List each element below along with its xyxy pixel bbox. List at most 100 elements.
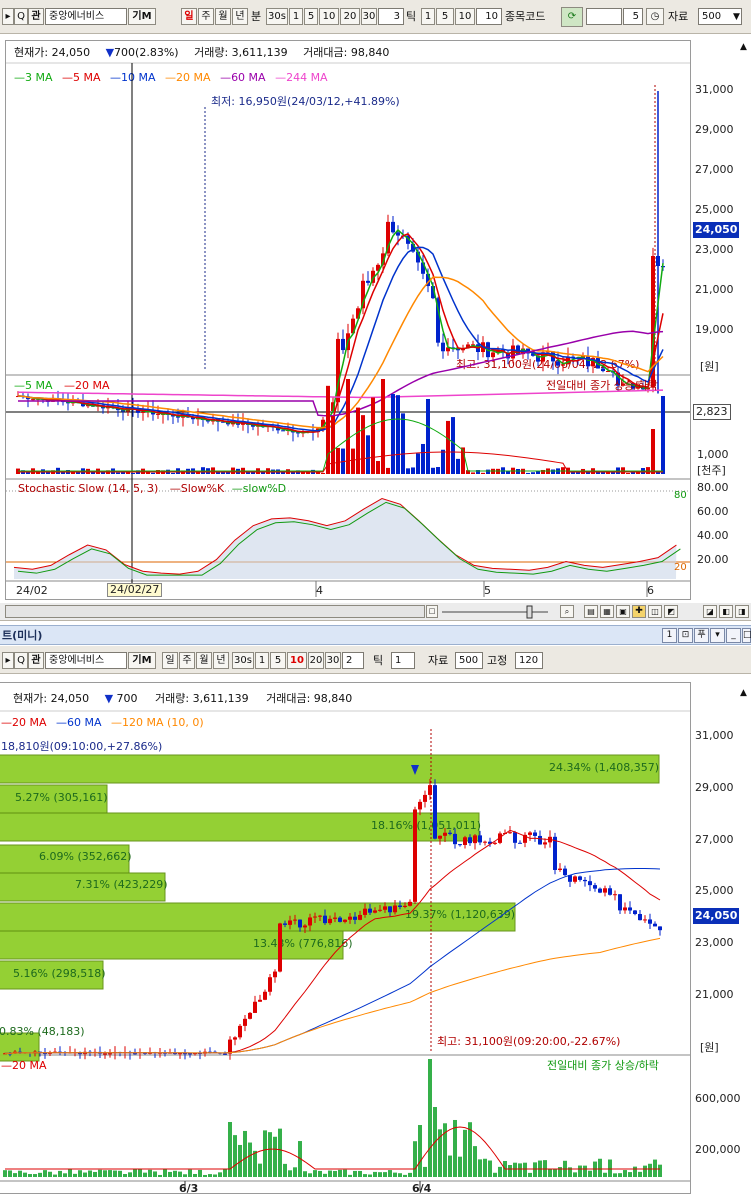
mini-period-10-button[interactable]: 10 <box>287 652 307 669</box>
mini-volume-bar <box>603 1172 607 1177</box>
mini-play-button[interactable]: ▸ <box>2 652 14 669</box>
mini-volume-bar <box>383 1172 387 1177</box>
volume-bar <box>661 396 665 474</box>
volume-bar <box>651 429 655 474</box>
mini-corner-button[interactable]: 관 <box>28 652 44 669</box>
mini-period-30-button[interactable]: 30 <box>325 652 341 669</box>
mini-tick-field[interactable]: 1 <box>391 652 415 669</box>
mini-candle-body <box>473 835 477 844</box>
tool-b-icon[interactable]: ▦ <box>600 605 614 618</box>
corner-button[interactable]: 관 <box>28 8 44 25</box>
mini-volume-bar <box>318 1170 322 1177</box>
period-10-button[interactable]: 10 <box>319 8 339 25</box>
mini-volume-bar <box>273 1136 277 1177</box>
minute-chart-panel[interactable]: 24.34% (1,408,357) 5.27% (305,161) 18.16% … <box>0 682 691 1194</box>
window-maximize-icon[interactable]: □ <box>742 628 751 643</box>
tool-g-icon[interactable]: ◧ <box>719 605 733 618</box>
period-30-button[interactable]: 30 <box>361 8 377 25</box>
mini-volume-bar <box>583 1165 587 1177</box>
mode-button[interactable]: 기M <box>128 8 156 25</box>
mini-vol-tick-200000: 200,000 <box>695 1143 741 1156</box>
tool-f-icon[interactable]: ◪ <box>703 605 717 618</box>
mini-scroll-up-icon[interactable]: ▲ <box>740 686 747 700</box>
mini-candle-body <box>298 919 302 928</box>
mini-stock-name-field[interactable]: 중앙에너비스 <box>45 652 127 669</box>
mini-chart-titlebar[interactable]: 트(미니) 1 ⊡ 푸 ▾ _ □ <box>0 625 751 645</box>
play-button[interactable]: ▸ <box>2 8 14 25</box>
chevron-down-icon[interactable]: ▼ <box>733 10 740 24</box>
mini-candle-body <box>658 926 662 931</box>
tick-value-field[interactable]: 10 <box>476 8 502 25</box>
mini-period-year-button[interactable]: 년 <box>213 652 229 669</box>
tool-e-icon[interactable]: ◩ <box>664 605 678 618</box>
window-minimize-icon[interactable]: _ <box>726 628 741 643</box>
mini-volume-bar <box>113 1170 117 1177</box>
mini-volume-bar <box>108 1170 112 1177</box>
tool-h-icon[interactable]: ◨ <box>735 605 749 618</box>
tick-10-button[interactable]: 10 <box>455 8 475 25</box>
tick-1-button[interactable]: 1 <box>421 8 435 25</box>
mini-candle-body <box>363 908 367 915</box>
period-week-button[interactable]: 주 <box>198 8 214 25</box>
tool-c-icon[interactable]: ▣ <box>616 605 630 618</box>
top-scrollbar[interactable]: □ ⌕ ▤ ▦ ▣ ✚ ◫ ◩ ◪ ◧ ◨ <box>0 603 751 621</box>
mini-period-1-button[interactable]: 1 <box>255 652 269 669</box>
mini-volume-bar <box>483 1158 487 1177</box>
candle-body <box>281 430 285 432</box>
mini-volume-bar <box>418 1125 422 1177</box>
mini-period-5-button[interactable]: 5 <box>270 652 286 669</box>
minute-value-field[interactable]: 3 <box>378 8 404 25</box>
period-month-button[interactable]: 월 <box>215 8 231 25</box>
clock-icon[interactable]: ◷ <box>646 8 664 25</box>
mini-volume-bar <box>18 1170 22 1177</box>
window-dock-icon[interactable]: ⊡ <box>678 628 693 643</box>
scroll-up-icon[interactable]: ▲ <box>740 40 747 54</box>
mini-candle-body <box>443 832 447 836</box>
tool-a-icon[interactable]: ▤ <box>584 605 598 618</box>
mini-data-field[interactable]: 500 <box>455 652 483 669</box>
candle-body <box>31 399 35 401</box>
mini-period-day-button[interactable]: 일 <box>162 652 178 669</box>
mini-period-20-button[interactable]: 20 <box>308 652 324 669</box>
price-unit: [원] <box>700 360 719 373</box>
volume-bar <box>331 416 335 474</box>
period-20-button[interactable]: 20 <box>340 8 360 25</box>
search-icon[interactable]: Q <box>14 8 28 25</box>
mini-fixed-field[interactable]: 120 <box>515 652 543 669</box>
mini-volume-bar <box>373 1171 377 1177</box>
mini-change-value: 700 <box>116 692 138 705</box>
mini-minute-field[interactable]: 2 <box>342 652 364 669</box>
mini-candle-body <box>258 999 262 1002</box>
volume-profile-label: 0.83% (48,183) <box>0 1025 85 1038</box>
period-1-button[interactable]: 1 <box>289 8 303 25</box>
refresh-icon[interactable]: ⟳ <box>561 7 583 27</box>
mini-volume-bar <box>653 1159 657 1177</box>
period-5-button[interactable]: 5 <box>304 8 318 25</box>
daily-chart-panel[interactable]: 현재가: 24,050 ▼700(2.83%) 거래량: 3,611,139 거… <box>5 40 691 600</box>
code-input[interactable] <box>586 8 622 25</box>
volume-bar <box>441 449 445 474</box>
code-count-field[interactable]: 5 <box>623 8 643 25</box>
mini-period-month-button[interactable]: 월 <box>196 652 212 669</box>
stoch-right-80: 80 <box>674 490 687 501</box>
window-num-button[interactable]: 1 <box>662 628 677 643</box>
mini-mode-button[interactable]: 기M <box>128 652 156 669</box>
mini-period-30s-button[interactable]: 30s <box>232 652 254 669</box>
period-day-button[interactable]: 일 <box>181 8 197 25</box>
tick-5-button[interactable]: 5 <box>436 8 454 25</box>
mini-volume-bar <box>548 1168 552 1177</box>
tool-d-icon[interactable]: ◫ <box>648 605 662 618</box>
period-30s-button[interactable]: 30s <box>266 8 288 25</box>
mini-search-icon[interactable]: Q <box>14 652 28 669</box>
period-year-button[interactable]: 년 <box>232 8 248 25</box>
date-label-feb: 24/02 <box>16 584 48 597</box>
crosshair-icon[interactable]: ✚ <box>632 605 646 618</box>
candle-body <box>491 352 495 358</box>
window-pin-icon[interactable]: 푸 <box>694 628 709 643</box>
volume-bar <box>306 472 310 474</box>
mini-volume-bar <box>38 1172 42 1177</box>
mini-period-week-button[interactable]: 주 <box>179 652 195 669</box>
zoom-icon[interactable]: ⌕ <box>560 605 574 618</box>
stock-name-field[interactable]: 중앙에너비스 <box>45 8 127 25</box>
window-menu-icon[interactable]: ▾ <box>710 628 725 643</box>
